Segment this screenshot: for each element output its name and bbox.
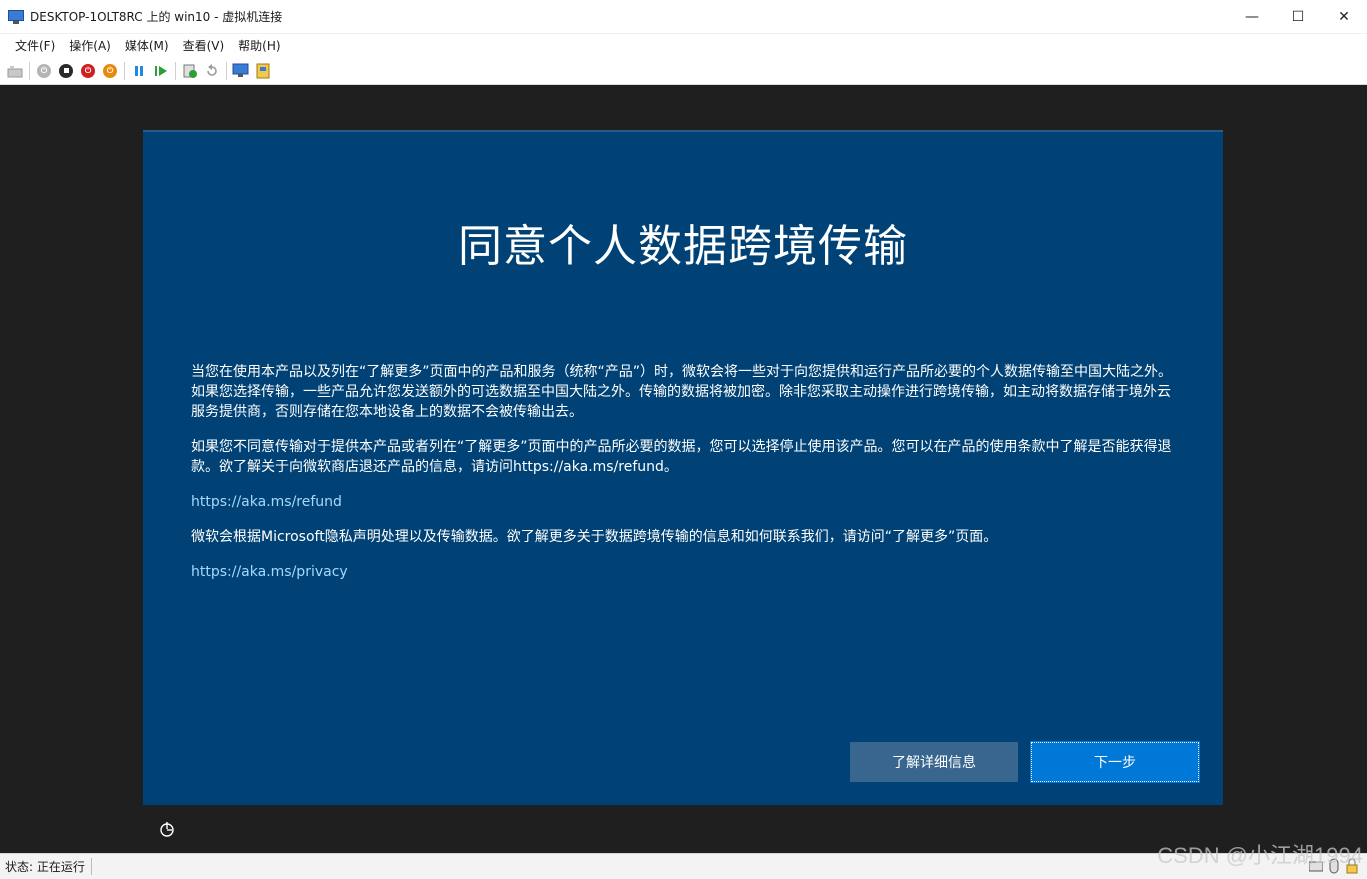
oobe-body: 当您在使用本产品以及列在“了解更多”页面中的产品和服务（统称“产品”）时，微软会… [191,362,1176,597]
minimize-button[interactable]: — [1229,0,1275,34]
resume-icon[interactable] [150,60,172,82]
paragraph-refund: 如果您不同意传输对于提供本产品或者列在“了解更多”页面中的产品所必要的数据，您可… [191,439,1172,475]
window-titlebar: DESKTOP-1OLT8RC 上的 win10 - 虚拟机连接 — ☐ ✕ [0,0,1367,34]
vm-connection-icon [8,9,24,25]
paragraph-privacy: 微软会根据Microsoft隐私声明处理以及传输数据。欲了解更多关于数据跨境传输… [191,529,998,545]
watermark: CSDN @小江湖1994 [1157,843,1363,868]
menu-bar: 文件(F) 操作(A) 媒体(M) 查看(V) 帮助(H) [0,34,1367,57]
turn-off-icon[interactable] [55,60,77,82]
enhanced-session-icon[interactable] [230,60,252,82]
pause-icon[interactable] [128,60,150,82]
ctrl-alt-del-icon[interactable] [4,60,26,82]
shut-down-icon[interactable]: ⏻ [77,60,99,82]
menu-help[interactable]: 帮助(H) [231,37,287,54]
toolbar-separator [175,61,176,80]
window-controls: — ☐ ✕ [1229,0,1367,34]
start-icon[interactable]: ⏻ [33,60,55,82]
toolbar: ⏻ ⏻ ⏻ [0,57,1367,85]
maximize-button[interactable]: ☐ [1275,0,1321,34]
share-icon[interactable] [252,60,274,82]
menu-action[interactable]: 操作(A) [62,37,118,54]
menu-view[interactable]: 查看(V) [176,37,232,54]
menu-file[interactable]: 文件(F) [8,37,62,54]
learn-more-button[interactable]: 了解详细信息 [850,742,1018,782]
status-text: 状态: 正在运行 [5,858,92,875]
save-icon[interactable]: ⏻ [99,60,121,82]
page-title: 同意个人数据跨境传输 [458,221,908,272]
privacy-link[interactable]: https://aka.ms/privacy [191,562,1176,582]
toolbar-separator [226,61,227,80]
checkpoint-icon[interactable] [179,60,201,82]
paragraph-transfer: 当您在使用本产品以及列在“了解更多”页面中的产品和服务（统称“产品”）时，微软会… [191,364,1173,420]
oobe-dialog: 同意个人数据跨境传输 当您在使用本产品以及列在“了解更多”页面中的产品和服务（统… [143,130,1223,805]
menu-media[interactable]: 媒体(M) [118,37,176,54]
toolbar-separator [124,61,125,80]
refund-link[interactable]: https://aka.ms/refund [191,492,1176,512]
revert-icon[interactable] [201,60,223,82]
accessibility-icon[interactable] [158,820,176,838]
close-button[interactable]: ✕ [1321,0,1367,34]
next-button[interactable]: 下一步 [1030,741,1200,783]
toolbar-separator [29,61,30,80]
window-title: DESKTOP-1OLT8RC 上的 win10 - 虚拟机连接 [30,10,283,24]
